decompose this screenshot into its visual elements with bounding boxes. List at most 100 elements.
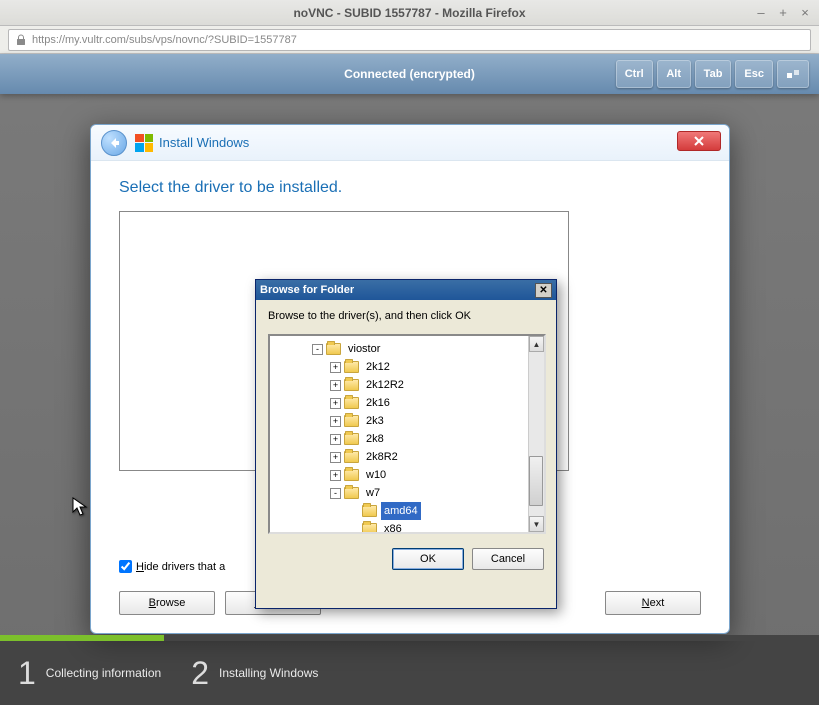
folder-tree[interactable]: -viostor+2k12+2k12R2+2k16+2k3+2k8+2k8R2+…	[268, 334, 546, 534]
tree-label[interactable]: amd64	[381, 502, 421, 520]
folder-icon	[326, 343, 341, 355]
firefox-window-buttons: – + ×	[753, 4, 813, 20]
install-steps: 1 Collecting information 2 Installing Wi…	[0, 641, 819, 705]
firefox-urlbar: https://my.vultr.com/subs/vps/novnc/?SUB…	[0, 26, 819, 54]
browse-folder-dialog: Browse for Folder ✕ Browse to the driver…	[255, 279, 557, 609]
step-1: 1 Collecting information	[18, 655, 161, 692]
dialog-title: Browse for Folder	[260, 284, 354, 296]
firefox-titlebar: noVNC - SUBID 1557787 - Mozilla Firefox …	[0, 0, 819, 26]
windows-logo-icon	[135, 134, 153, 152]
tree-label[interactable]: 2k16	[363, 394, 393, 412]
browse-button[interactable]: BBrowserowse	[119, 591, 215, 615]
lock-icon	[15, 34, 27, 46]
vnc-keyboard-buttons: Ctrl Alt Tab Esc	[616, 60, 809, 88]
vnc-status: Connected (encrypted)	[344, 67, 475, 81]
dialog-buttons: OK Cancel	[268, 548, 544, 570]
folder-icon	[344, 487, 359, 499]
vnc-topbar: Connected (encrypted) Ctrl Alt Tab Esc	[0, 54, 819, 94]
tree-row[interactable]: +2k16	[272, 394, 542, 412]
firefox-title: noVNC - SUBID 1557787 - Mozilla Firefox	[293, 6, 525, 20]
collapse-icon[interactable]: -	[330, 488, 341, 499]
collapse-icon[interactable]: -	[312, 344, 323, 355]
scroll-up-icon[interactable]: ▲	[529, 336, 544, 352]
step-2-number: 2	[191, 655, 209, 692]
expand-icon[interactable]: +	[330, 380, 341, 391]
hide-drivers-label: Hide drivers that a	[136, 561, 225, 573]
tree-label[interactable]: x86	[381, 520, 405, 534]
install-progress-fill	[0, 635, 164, 641]
install-close-button[interactable]	[677, 131, 721, 151]
minimize-icon[interactable]: –	[753, 4, 769, 20]
scroll-down-icon[interactable]: ▼	[529, 516, 544, 532]
install-window-header: Install Windows	[91, 125, 729, 161]
tree-label[interactable]: 2k8	[363, 430, 387, 448]
tree-row[interactable]: +2k12R2	[272, 376, 542, 394]
install-bottombar: 1 Collecting information 2 Installing Wi…	[0, 635, 819, 705]
folder-icon	[344, 451, 359, 463]
expander-spacer	[348, 524, 359, 535]
toggle-key-button[interactable]	[777, 60, 809, 88]
url-input[interactable]: https://my.vultr.com/subs/vps/novnc/?SUB…	[8, 29, 811, 51]
tree-label[interactable]: 2k8R2	[363, 448, 401, 466]
tree-row[interactable]: +2k3	[272, 412, 542, 430]
back-button[interactable]	[101, 130, 127, 156]
folder-icon	[362, 505, 377, 517]
tab-key-button[interactable]: Tab	[695, 60, 732, 88]
tree-row[interactable]: +2k8R2	[272, 448, 542, 466]
tree-row[interactable]: - viostor	[272, 340, 542, 358]
step-1-number: 1	[18, 655, 36, 692]
expand-icon[interactable]: +	[330, 362, 341, 373]
tree-row[interactable]: +2k8	[272, 430, 542, 448]
dialog-instruction: Browse to the driver(s), and then click …	[268, 310, 544, 322]
button-label: BBrowserowse	[149, 597, 186, 609]
alt-key-button[interactable]: Alt	[657, 60, 691, 88]
install-progress	[0, 635, 819, 641]
tree-row[interactable]: +2k12	[272, 358, 542, 376]
esc-key-button[interactable]: Esc	[735, 60, 773, 88]
button-label: Next	[642, 597, 665, 609]
tree-scrollbar[interactable]: ▲ ▼	[528, 336, 544, 532]
maximize-icon[interactable]: +	[775, 4, 791, 20]
expand-icon[interactable]: +	[330, 398, 341, 409]
tree-row[interactable]: - w7	[272, 484, 542, 502]
hide-drivers-checkbox-row[interactable]: Hide drivers that a	[119, 560, 225, 573]
ok-button[interactable]: OK	[392, 548, 464, 570]
expand-icon[interactable]: +	[330, 470, 341, 481]
tree-row[interactable]: + w10	[272, 466, 542, 484]
dialog-close-button[interactable]: ✕	[535, 283, 552, 298]
expand-icon[interactable]: +	[330, 452, 341, 463]
hide-drivers-checkbox[interactable]	[119, 560, 132, 573]
tree-label[interactable]: 2k3	[363, 412, 387, 430]
tree-row[interactable]: x86	[272, 520, 542, 534]
tree-label[interactable]: viostor	[345, 340, 383, 358]
tree-row[interactable]: amd64	[272, 502, 542, 520]
folder-icon	[344, 379, 359, 391]
expand-icon[interactable]: +	[330, 416, 341, 427]
folder-icon	[344, 469, 359, 481]
ctrl-key-button[interactable]: Ctrl	[616, 60, 653, 88]
vnc-viewport: Connected (encrypted) Ctrl Alt Tab Esc I…	[0, 54, 819, 705]
step-2-label: Installing Windows	[219, 666, 318, 680]
next-button[interactable]: Next	[605, 591, 701, 615]
step-1-label: Collecting information	[46, 666, 161, 680]
dialog-body: Browse to the driver(s), and then click …	[256, 300, 556, 580]
url-text: https://my.vultr.com/subs/vps/novnc/?SUB…	[32, 34, 297, 46]
cancel-button[interactable]: Cancel	[472, 548, 544, 570]
tree-label[interactable]: w10	[363, 466, 389, 484]
close-icon[interactable]: ×	[797, 4, 813, 20]
scroll-thumb[interactable]	[529, 456, 543, 506]
dialog-titlebar[interactable]: Browse for Folder ✕	[256, 280, 556, 300]
folder-icon	[344, 415, 359, 427]
install-heading: Select the driver to be installed.	[119, 179, 701, 197]
folder-icon	[344, 433, 359, 445]
expander-spacer	[348, 506, 359, 517]
tree-label[interactable]: 2k12	[363, 358, 393, 376]
folder-icon	[362, 523, 377, 534]
tree-label[interactable]: 2k12R2	[363, 376, 407, 394]
tree-label[interactable]: w7	[363, 484, 383, 502]
cursor-icon	[72, 497, 88, 522]
expand-icon[interactable]: +	[330, 434, 341, 445]
step-2: 2 Installing Windows	[191, 655, 318, 692]
install-window-title: Install Windows	[159, 135, 249, 150]
folder-icon	[344, 397, 359, 409]
